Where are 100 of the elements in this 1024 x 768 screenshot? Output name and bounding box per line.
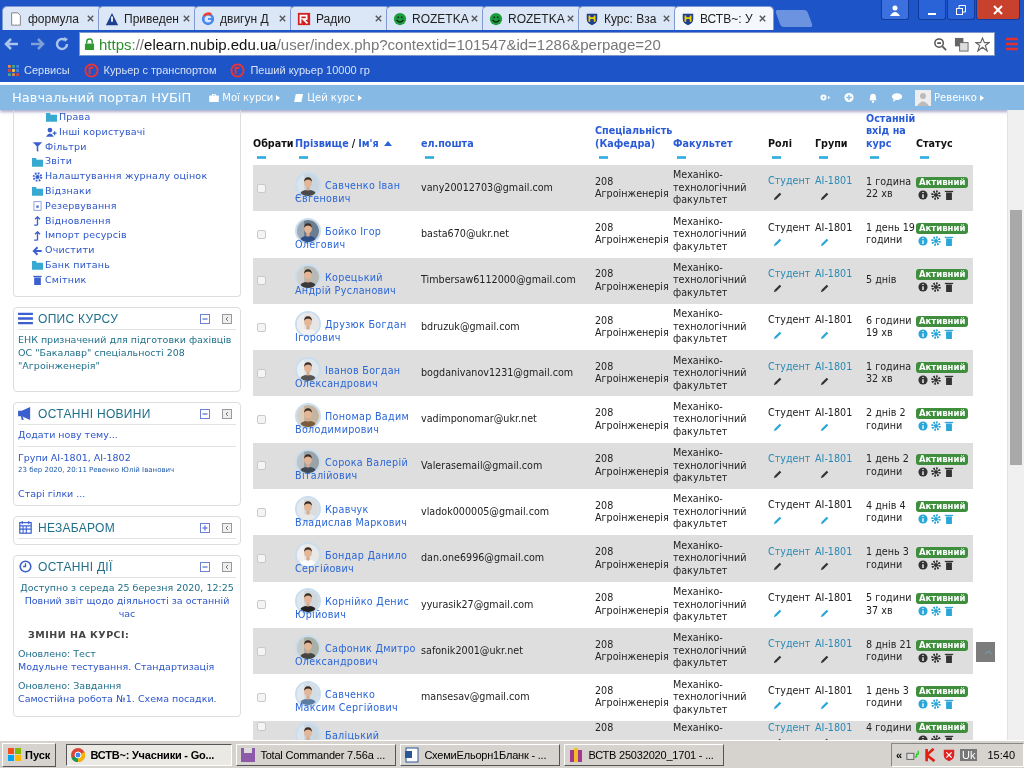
browser-tab[interactable]: ВСТВ~: У [674, 6, 774, 30]
pencil-icon[interactable] [820, 468, 830, 479]
full-report-link[interactable]: Повний звіт щодо діяльності за останній час [18, 593, 236, 620]
info-icon[interactable] [918, 282, 928, 293]
nav-link[interactable]: Імпорт ресурсів [14, 228, 240, 244]
close-icon[interactable] [758, 14, 767, 23]
change-link[interactable]: Самостійна робота №1. Схема посадки. [18, 691, 236, 705]
select-checkbox[interactable] [257, 322, 266, 332]
close-icon[interactable] [662, 14, 671, 23]
nav-link[interactable]: Налаштування журналу оцінок [14, 169, 240, 184]
dock-icon[interactable] [222, 561, 232, 572]
nav-link[interactable]: Відзнаки [14, 184, 240, 199]
reload-icon[interactable] [54, 36, 70, 52]
role-text[interactable]: Студент [768, 221, 811, 235]
info-icon[interactable] [918, 189, 928, 200]
user-name-link[interactable]: Корнійко Денис Юрійович [295, 595, 417, 622]
older-topics-link[interactable]: Старі гілки ... [18, 486, 236, 500]
nav-link[interactable]: Смітник [14, 272, 240, 288]
info-icon[interactable] [918, 652, 928, 663]
select-checkbox[interactable] [257, 461, 266, 471]
dock-icon[interactable] [222, 313, 232, 324]
restore-button[interactable] [947, 0, 975, 20]
shield-icon[interactable] [942, 747, 956, 762]
group-text[interactable]: AI-1801 [815, 314, 853, 327]
select-checkbox[interactable] [257, 368, 266, 378]
trash-icon[interactable] [944, 467, 954, 478]
gear-icon[interactable] [931, 560, 941, 570]
group-text[interactable]: AI-1801 [815, 406, 853, 420]
select-checkbox[interactable] [257, 721, 266, 731]
user-name-link[interactable]: Сорока Валерій Віталійович [295, 456, 417, 483]
forward-icon[interactable] [29, 36, 45, 52]
taskbar-button[interactable]: Total Commander 7.56a ... [236, 743, 397, 766]
select-checkbox[interactable] [257, 600, 266, 610]
translate-icon[interactable] [954, 36, 969, 52]
bookmark[interactable]: Курьер с транспортом [83, 62, 217, 78]
plus-circle-icon[interactable] [843, 92, 856, 103]
user-name-link[interactable]: Бондар Данило Сергійович [295, 549, 417, 575]
collapse-icon[interactable] [200, 313, 210, 324]
pencil-icon[interactable] [820, 376, 830, 387]
user-name-link[interactable]: Пономар Вадим Володимирович [295, 410, 417, 437]
nav-link[interactable]: Інші користувачі [14, 124, 240, 140]
nav-link[interactable]: Права [14, 110, 240, 125]
change-link[interactable]: Модульне тестування. Стандартизація [18, 659, 236, 673]
role-text[interactable]: Студент [768, 406, 811, 420]
sort-link[interactable]: ел.пошта [421, 137, 474, 150]
new-tab-button[interactable] [774, 10, 814, 27]
sort-link[interactable]: Факультет [673, 137, 733, 150]
scrollbar-thumb[interactable] [1010, 210, 1022, 465]
pencil-icon[interactable] [820, 653, 830, 664]
group-text[interactable]: AI-1801 [815, 499, 853, 512]
nav-link[interactable]: Звіти [14, 154, 240, 170]
pencil-icon[interactable] [773, 376, 783, 387]
add-topic-link[interactable]: Додати нову тему... [18, 427, 236, 441]
gear-icon[interactable] [931, 282, 941, 293]
info-icon[interactable] [918, 374, 928, 385]
pencil-icon[interactable] [773, 283, 783, 294]
select-checkbox[interactable] [257, 507, 266, 517]
chat-icon[interactable] [891, 92, 904, 103]
pencil-icon[interactable] [820, 190, 830, 201]
group-text[interactable]: AI-1801 [815, 592, 853, 605]
user-name-link[interactable]: Корецький Андрій Русланович [295, 271, 417, 298]
close-button[interactable] [976, 0, 1020, 20]
close-icon[interactable] [374, 14, 383, 23]
pencil-icon[interactable] [773, 468, 783, 479]
user-name-link[interactable]: Савченко Максим Сергійович [295, 687, 417, 714]
trash-icon[interactable] [944, 189, 954, 200]
settings-icon[interactable] [819, 92, 832, 103]
tray-expand-button[interactable]: « [895, 748, 902, 761]
taskbar-button[interactable]: СхемиЕльорн1Бланк - ... [400, 743, 561, 766]
sort-link[interactable]: Ім'я [358, 137, 379, 150]
sort-link[interactable]: Останній вхід на курс [866, 112, 916, 150]
gear-icon[interactable] [931, 374, 941, 385]
trash-icon[interactable] [944, 652, 954, 663]
close-icon[interactable] [470, 14, 479, 23]
zoom-icon[interactable] [933, 36, 948, 52]
nav-link[interactable]: Резервування [14, 198, 240, 214]
select-checkbox[interactable] [257, 183, 266, 193]
info-icon[interactable] [918, 560, 928, 570]
select-checkbox[interactable] [257, 646, 266, 656]
user-name-link[interactable]: Баліцький [295, 728, 417, 740]
select-checkbox[interactable] [257, 229, 266, 239]
user-name-link[interactable]: Іванов Богдан Олександрович [295, 363, 417, 390]
nav-link[interactable]: Відновлення [14, 213, 240, 229]
role-text[interactable]: Студент [768, 592, 811, 605]
role-text[interactable]: Студент [768, 314, 811, 327]
trash-icon[interactable] [944, 282, 954, 293]
group-text[interactable]: AI-1801 [815, 684, 853, 698]
taskbar-button[interactable]: ВСТВ~: Учасники - Go... [66, 743, 233, 766]
close-icon[interactable] [566, 14, 575, 23]
bookmark[interactable]: Пеший курьер 10000 гр [230, 62, 370, 78]
user-name-link[interactable]: Бойко Ігор Олегович [295, 224, 417, 251]
role-text[interactable]: Студент [768, 684, 811, 698]
address-bar[interactable]: https://elearn.nubip.edu.ua/user/index.php?contextid=101547&id=1286&perpage=20 [79, 32, 995, 56]
post-link[interactable]: Групи AI-1801, AI-1802 [18, 450, 236, 464]
expand-icon[interactable] [200, 522, 210, 533]
select-checkbox[interactable] [257, 415, 266, 425]
taskbar-button[interactable]: ВСТВ 25032020_1701 - ... [564, 743, 725, 766]
pencil-icon[interactable] [820, 283, 830, 294]
close-icon[interactable] [278, 14, 287, 23]
profile-button[interactable] [881, 0, 909, 20]
